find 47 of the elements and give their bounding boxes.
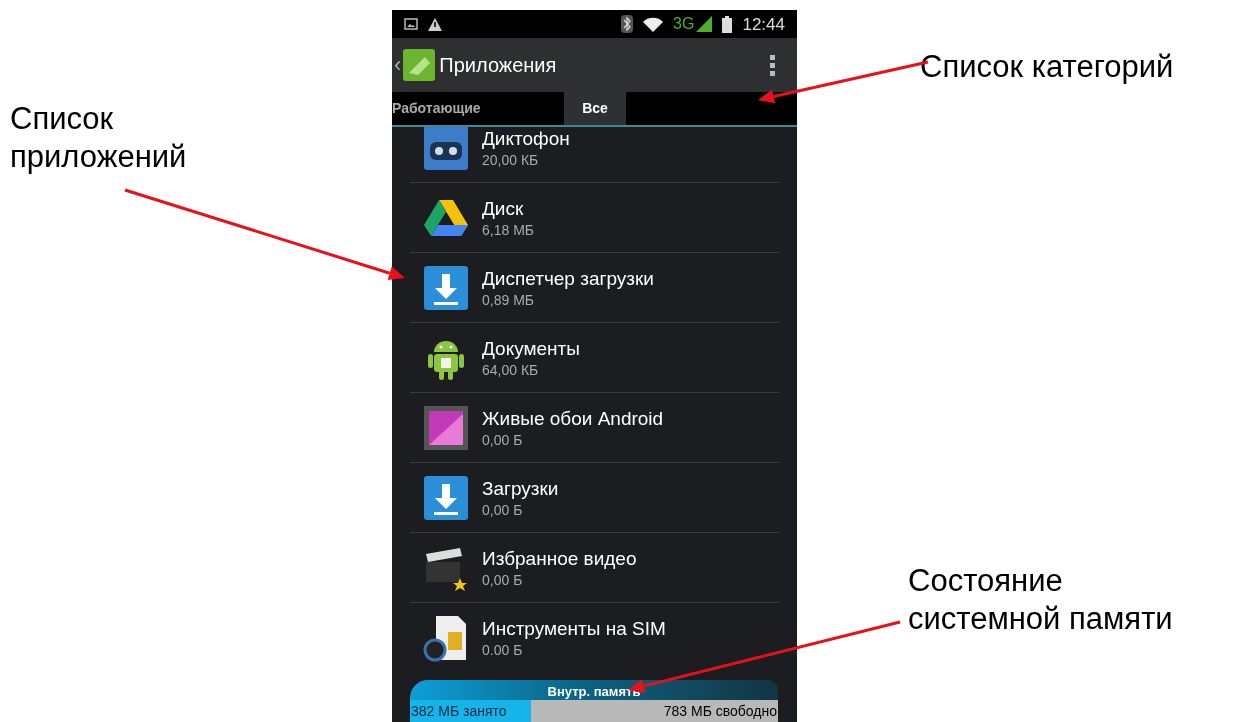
download-icon (422, 473, 470, 522)
signal-icon (696, 16, 713, 32)
memory-label: Внутр. память (547, 684, 641, 700)
bluetooth-icon (621, 15, 634, 33)
picture-frame-icon (422, 403, 470, 452)
image-icon (404, 18, 418, 30)
wifi-icon (643, 16, 664, 32)
app-list-item[interactable]: Избранное видео 0,00 Б (410, 533, 779, 603)
category-tab[interactable]: Все (564, 92, 626, 125)
memory-used: 382 МБ занято (411, 701, 507, 721)
app-size: 0,00 Б (482, 430, 524, 449)
screen-title: Приложения (439, 53, 558, 78)
app-list-item[interactable]: Диспетчер загрузки 0,89 МБ (410, 253, 779, 323)
app-size: 0,00 Б (482, 500, 524, 519)
clock: 12:44 (742, 15, 785, 33)
app-list-item[interactable]: Диск 6,18 МБ (410, 183, 779, 253)
annotation-text: Список приложений (10, 100, 188, 176)
app-size: 6,18 МБ (482, 220, 534, 239)
overflow-menu-button[interactable] (768, 52, 777, 78)
back-button[interactable]: ‹ (392, 49, 436, 81)
annotation-text: Список категорий (920, 48, 1175, 86)
annotation-text: Состояние системной памяти (908, 562, 1174, 638)
app-size: 0,00 Б (482, 570, 524, 589)
app-name: Диспетчер загрузки (482, 266, 654, 291)
app-list-item[interactable]: Живые обои Android 0,00 Б (410, 393, 779, 463)
warning-icon (428, 17, 442, 31)
memory-free: 783 МБ свободно (663, 701, 777, 721)
app-name: Избранное видео (482, 546, 637, 571)
network-type: 3G (673, 16, 695, 32)
app-size: 0.00 Б (482, 641, 524, 659)
app-size: 20,00 КБ (482, 150, 540, 169)
app-list-item[interactable]: Загрузки 0,00 Б (410, 463, 779, 533)
cassette-icon (422, 127, 470, 172)
app-name: Загрузки (482, 476, 559, 501)
download-icon (422, 263, 470, 312)
app-list-item[interactable]: Диктофон 20,00 КБ (410, 127, 779, 183)
app-name: Живые обои Android (482, 406, 664, 431)
battery-icon (722, 15, 733, 33)
app-list-item[interactable]: Инструменты на SIM 0.00 Б (410, 603, 779, 673)
app-name: Диктофон (482, 127, 570, 151)
app-name: Диск (482, 196, 525, 221)
app-name: Инструменты на SIM (482, 617, 666, 641)
app-list-item[interactable]: Документы 64,00 КБ (410, 323, 779, 393)
app-size: 64,00 КБ (482, 360, 540, 379)
app-size: 0,89 МБ (482, 290, 535, 309)
app-name: Документы (482, 336, 580, 361)
app-settings-icon (403, 49, 436, 81)
